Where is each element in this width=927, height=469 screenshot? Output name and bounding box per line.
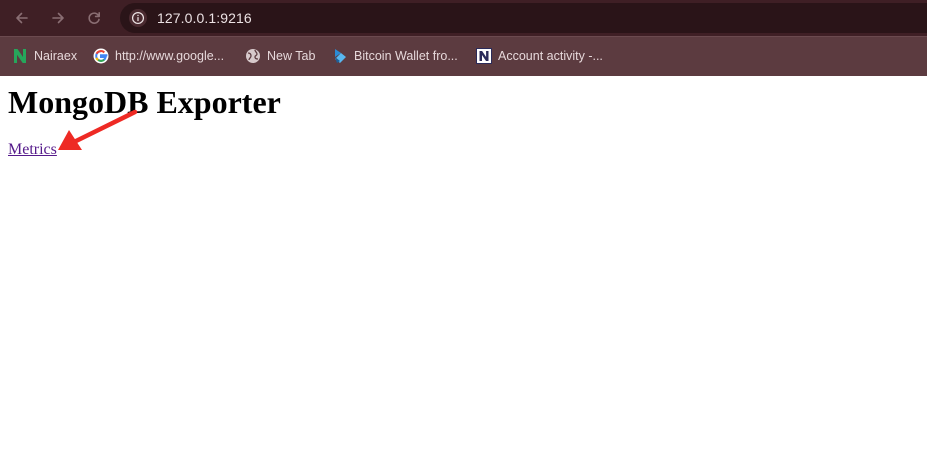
- bookmark-label: http://www.google...: [115, 49, 225, 63]
- forward-button[interactable]: [45, 5, 71, 31]
- forward-arrow-icon: [52, 12, 64, 24]
- page-title: MongoDB Exporter: [8, 84, 281, 120]
- bookmark-bitcoin-wallet[interactable]: Bitcoin Wallet fro...: [332, 46, 458, 66]
- bookmark-new-tab[interactable]: New Tab: [245, 46, 315, 66]
- globe-icon: [245, 48, 261, 64]
- back-button[interactable]: [9, 5, 35, 31]
- url-text[interactable]: 127.0.0.1:9216: [157, 10, 252, 26]
- bookmark-account-activity[interactable]: Account activity -...: [476, 46, 603, 66]
- reload-icon: [88, 12, 100, 24]
- reload-button[interactable]: [81, 5, 107, 31]
- address-bar[interactable]: 127.0.0.1:9216: [120, 3, 927, 33]
- back-arrow-icon: [16, 12, 28, 24]
- bookmark-label: Nairaex: [34, 49, 78, 63]
- nairaex-n-icon: [12, 48, 28, 64]
- bookmark-label: Account activity -...: [498, 49, 603, 63]
- site-info-icon[interactable]: [129, 9, 147, 27]
- metrics-link[interactable]: Metrics: [8, 141, 57, 159]
- bookmark-google[interactable]: http://www.google...: [93, 46, 224, 66]
- browser-toolbar: 127.0.0.1:9216: [0, 0, 927, 36]
- bookmark-label: Bitcoin Wallet fro...: [354, 49, 458, 63]
- bookmark-label: New Tab: [267, 49, 316, 63]
- bitcoin-wallet-icon: [332, 48, 348, 64]
- n-logo-icon: [476, 48, 492, 64]
- bookmarks-bar: Nairaex http://www.google... New Tab Bit…: [0, 36, 927, 76]
- bookmark-nairaex[interactable]: Nairaex: [12, 46, 77, 66]
- google-g-icon: [93, 48, 109, 64]
